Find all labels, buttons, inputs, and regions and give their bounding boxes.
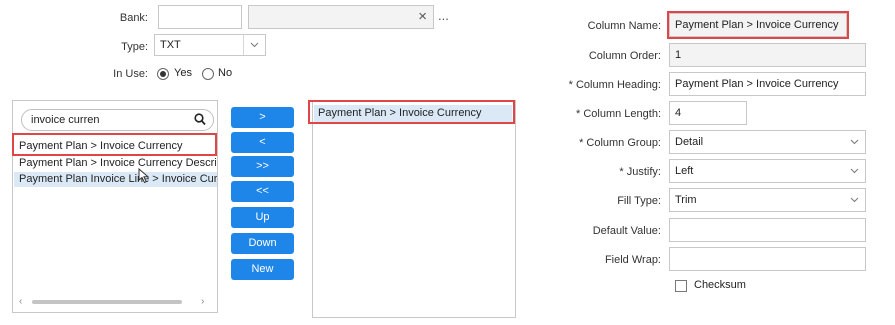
type-select[interactable]: TXT xyxy=(154,34,266,56)
highlight-box xyxy=(12,133,217,156)
column-length-label: * Column Length: xyxy=(576,108,661,120)
list-item[interactable]: Payment Plan Invoice Line > Invoice Curr… xyxy=(14,172,217,187)
add-all-button[interactable]: >> xyxy=(231,156,294,177)
search-input[interactable]: invoice curren xyxy=(31,114,99,126)
remove-button[interactable]: < xyxy=(231,132,294,153)
fill-type-select[interactable]: Trim xyxy=(669,188,866,212)
clear-icon[interactable]: × xyxy=(418,6,427,28)
in-use-no-radio[interactable] xyxy=(202,68,214,80)
field-wrap-label: Field Wrap: xyxy=(604,254,661,266)
type-label: Type: xyxy=(121,41,148,53)
fill-type-label: Fill Type: xyxy=(617,195,661,207)
column-group-select[interactable]: Detail xyxy=(669,130,866,154)
add-button[interactable]: > xyxy=(231,107,294,128)
justify-label: * Justify: xyxy=(619,166,661,178)
column-length-input[interactable]: 4 xyxy=(669,101,747,125)
up-button[interactable]: Up xyxy=(231,207,294,228)
default-value-input[interactable] xyxy=(669,218,866,242)
column-heading-input[interactable]: Payment Plan > Invoice Currency xyxy=(669,72,866,96)
column-order-field[interactable]: 1 xyxy=(669,43,866,67)
column-group-value: Detail xyxy=(675,136,704,148)
justify-select[interactable]: Left xyxy=(669,159,866,183)
column-group-label: * Column Group: xyxy=(579,137,661,149)
bank-code-input[interactable] xyxy=(158,5,242,29)
remove-all-button[interactable]: << xyxy=(231,181,294,202)
search-icon[interactable] xyxy=(194,113,206,129)
justify-value: Left xyxy=(675,165,694,177)
chevron-down-icon xyxy=(843,160,865,182)
mouse-cursor-icon xyxy=(138,167,150,187)
checksum-checkbox[interactable] xyxy=(675,280,687,292)
new-button[interactable]: New xyxy=(231,259,294,280)
bank-name-input[interactable]: × xyxy=(248,5,434,29)
checksum-label: Checksum xyxy=(694,279,746,291)
chevron-down-icon xyxy=(243,35,265,55)
in-use-yes-radio[interactable] xyxy=(157,68,169,80)
chevron-down-icon xyxy=(843,189,865,211)
horizontal-scrollbar[interactable] xyxy=(32,300,182,304)
fill-type-value: Trim xyxy=(675,194,697,206)
list-item[interactable]: Payment Plan > Invoice Currency Descript xyxy=(19,156,216,171)
more-button[interactable]: ... xyxy=(438,8,449,23)
column-heading-label: * Column Heading: xyxy=(568,79,661,91)
scroll-right-icon[interactable]: › xyxy=(201,296,204,307)
highlight-box xyxy=(667,11,849,39)
in-use-yes-label: Yes xyxy=(174,67,192,79)
in-use-no-label: No xyxy=(218,67,233,79)
field-wrap-input[interactable] xyxy=(669,247,866,271)
column-name-label: Column Name: xyxy=(587,20,661,32)
chevron-down-icon xyxy=(843,131,865,153)
in-use-label: In Use: xyxy=(113,68,148,80)
type-select-value: TXT xyxy=(160,39,181,51)
available-fields-list[interactable]: invoice curren Payment Plan > Invoice Cu… xyxy=(12,100,218,313)
highlight-box xyxy=(308,100,515,124)
search-box[interactable]: invoice curren xyxy=(21,109,214,131)
column-order-label: Column Order: xyxy=(588,50,661,62)
bank-label: Bank: xyxy=(119,12,148,24)
default-value-label: Default Value: xyxy=(592,225,661,237)
down-button[interactable]: Down xyxy=(231,233,294,254)
selected-columns-list[interactable]: Payment Plan > Invoice Currency xyxy=(312,100,516,318)
scroll-left-icon[interactable]: ‹ xyxy=(19,296,22,307)
